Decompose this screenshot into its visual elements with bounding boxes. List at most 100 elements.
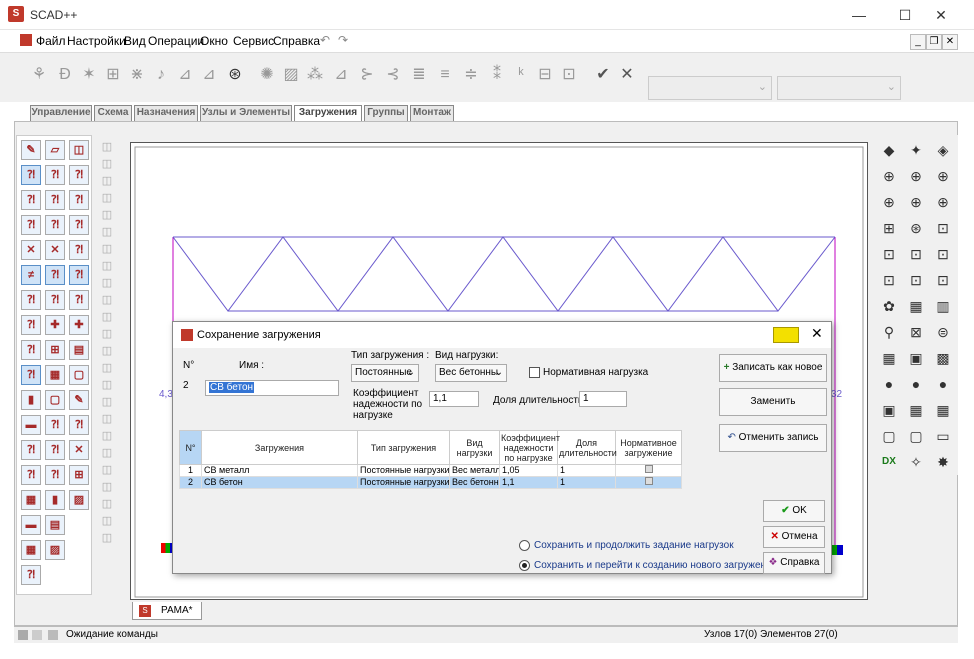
radio-new-load[interactable]	[519, 560, 530, 571]
load-tool-icon[interactable]: ✚	[45, 315, 65, 335]
load-tool-icon[interactable]: ⁈	[21, 440, 41, 460]
secondary-tool-icon[interactable]: ◫	[99, 530, 115, 546]
menu-file[interactable]: Файл	[36, 34, 66, 48]
secondary-tool-icon[interactable]: ◫	[99, 292, 115, 308]
load-tool-icon[interactable]: ✕	[45, 240, 65, 260]
normative-cell-checkbox[interactable]	[644, 465, 653, 473]
cancel-button[interactable]: ✕ Отмена	[763, 526, 825, 548]
load-tool-icon[interactable]: ⁈	[69, 240, 89, 260]
load-tool-icon[interactable]: ▬	[21, 415, 41, 435]
load-tool-icon[interactable]: ⁈	[69, 415, 89, 435]
result-tool-icon[interactable]: ●	[905, 373, 927, 395]
cancel-icon[interactable]: ✕	[618, 66, 636, 84]
result-tool-icon[interactable]: ▣	[878, 399, 900, 421]
load-tool-icon[interactable]: ⁈	[45, 465, 65, 485]
load-tool-icon[interactable]: ⁈	[69, 290, 89, 310]
column-header[interactable]: Загружения	[201, 430, 358, 465]
result-tool-icon[interactable]: ⊛	[905, 217, 927, 239]
help-button[interactable]: ❖ Справка	[763, 552, 825, 574]
ok-button[interactable]: ✔ OK	[763, 500, 825, 522]
load-tool-icon[interactable]: ▮	[21, 390, 41, 410]
toolbar-tool-icon[interactable]: ⊞	[104, 66, 122, 84]
load-tool-icon[interactable]: ⁈	[21, 190, 41, 210]
column-header[interactable]: Доля длительности	[557, 430, 617, 465]
toolbar-tool-icon[interactable]: ≡	[436, 66, 454, 84]
toolbar-tool-icon[interactable]: ⁑	[488, 66, 506, 84]
secondary-tool-icon[interactable]: ◫	[99, 139, 115, 155]
load-tool-icon[interactable]: ⁈	[69, 215, 89, 235]
toolbar-tool-icon[interactable]: ✺	[258, 66, 276, 84]
load-tool-icon[interactable]: ⁈	[21, 290, 41, 310]
tab-control[interactable]: Управление	[30, 105, 92, 121]
load-tool-icon[interactable]: ≠	[21, 265, 41, 285]
load-tool-icon[interactable]: ⁈	[21, 565, 41, 585]
secondary-tool-icon[interactable]: ◫	[99, 513, 115, 529]
toolbar-tool-icon[interactable]: ≑	[462, 66, 480, 84]
result-tool-icon[interactable]: ⊡	[932, 217, 954, 239]
column-header[interactable]: Нормативное загружение	[615, 430, 682, 465]
coef-input[interactable]: 1,1	[429, 391, 479, 407]
load-tool-icon[interactable]: ⁈	[45, 215, 65, 235]
load-tool-icon[interactable]: ⁈	[21, 165, 41, 185]
result-tool-icon[interactable]: ⊕	[878, 165, 900, 187]
table-row[interactable]: 1 СВ металл Постоянные нагрузки Вес мета…	[179, 464, 682, 477]
result-tool-icon[interactable]: ▦	[932, 399, 954, 421]
load-tool-icon[interactable]: ▦	[21, 540, 41, 560]
save-as-new-button[interactable]: + Записать как новое	[719, 354, 827, 382]
column-header[interactable]: Вид нагрузки	[449, 430, 500, 465]
secondary-tool-icon[interactable]: ◫	[99, 258, 115, 274]
result-tool-icon[interactable]: ✧	[905, 451, 927, 473]
load-tool-icon[interactable]: ▨	[69, 490, 89, 510]
tab-nodes-elements[interactable]: Узлы и Элементы	[200, 105, 292, 121]
load-tool-icon[interactable]: ▢	[69, 365, 89, 385]
load-tool-icon[interactable]: ⁈	[69, 190, 89, 210]
load-tool-icon[interactable]: ⊞	[69, 465, 89, 485]
load-tool-icon[interactable]: ⁈	[45, 440, 65, 460]
toolbar-combo-1[interactable]: ⌄	[648, 76, 772, 100]
secondary-tool-icon[interactable]: ◫	[99, 479, 115, 495]
load-tool-icon[interactable]: ▦	[45, 365, 65, 385]
secondary-tool-icon[interactable]: ◫	[99, 360, 115, 376]
cancel-record-button[interactable]: ↶ Отменить запись	[719, 424, 827, 452]
secondary-tool-icon[interactable]: ◫	[99, 207, 115, 223]
toolbar-tool-icon[interactable]: ⊡	[560, 66, 578, 84]
toolbar-tool-icon[interactable]: ⊱	[358, 66, 376, 84]
load-tool-icon[interactable]: ✚	[69, 315, 89, 335]
load-tool-icon[interactable]: ✕	[69, 440, 89, 460]
column-header[interactable]: Тип загружения	[357, 430, 450, 465]
result-tool-icon[interactable]: ✸	[932, 451, 954, 473]
toolbar-combo-2[interactable]: ⌄	[777, 76, 901, 100]
result-tool-icon[interactable]: ⊕	[905, 191, 927, 213]
secondary-tool-icon[interactable]: ◫	[99, 224, 115, 240]
result-tool-icon[interactable]: ▦	[905, 399, 927, 421]
mdi-close-button[interactable]: ✕	[942, 34, 958, 50]
table-row[interactable]: 2 СВ бетон Постоянные нагрузки Вес бетон…	[179, 476, 682, 489]
load-tool-icon[interactable]: ▱	[45, 140, 65, 160]
toolbar-tool-icon[interactable]: ᵏ	[512, 66, 530, 84]
toolbar-tool-icon[interactable]: ⊟	[536, 66, 554, 84]
result-tool-icon[interactable]: ✿	[878, 295, 900, 317]
result-tool-icon[interactable]: ⊡	[878, 243, 900, 265]
toolbar-tool-icon[interactable]: ⚘	[30, 66, 48, 84]
result-tool-icon[interactable]: ▩	[932, 347, 954, 369]
secondary-tool-icon[interactable]: ◫	[99, 326, 115, 342]
secondary-tool-icon[interactable]: ◫	[99, 241, 115, 257]
redo-icon[interactable]: ↷	[338, 33, 348, 47]
result-tool-icon[interactable]: ⊡	[878, 269, 900, 291]
result-tool-icon[interactable]: ⊞	[878, 217, 900, 239]
load-tool-icon[interactable]: ⁈	[21, 465, 41, 485]
load-tool-icon[interactable]: ✎	[21, 140, 41, 160]
toolbar-tool-icon[interactable]: ♪	[152, 66, 170, 84]
toolbar-tool-icon[interactable]: ⊿	[176, 66, 194, 84]
secondary-tool-icon[interactable]: ◫	[99, 411, 115, 427]
ruler-icon[interactable]	[773, 327, 799, 343]
result-tool-icon[interactable]: ⊕	[905, 165, 927, 187]
result-tool-icon[interactable]: ●	[932, 373, 954, 395]
secondary-tool-icon[interactable]: ◫	[99, 445, 115, 461]
result-tool-icon[interactable]: ⊕	[932, 191, 954, 213]
name-input[interactable]: СВ бетон	[205, 380, 339, 396]
load-tool-icon[interactable]: ▬	[21, 515, 41, 535]
load-tool-icon[interactable]: ⁈	[45, 190, 65, 210]
toolbar-tool-icon[interactable]: ⊿	[200, 66, 218, 84]
menu-view[interactable]: Вид	[124, 34, 146, 48]
